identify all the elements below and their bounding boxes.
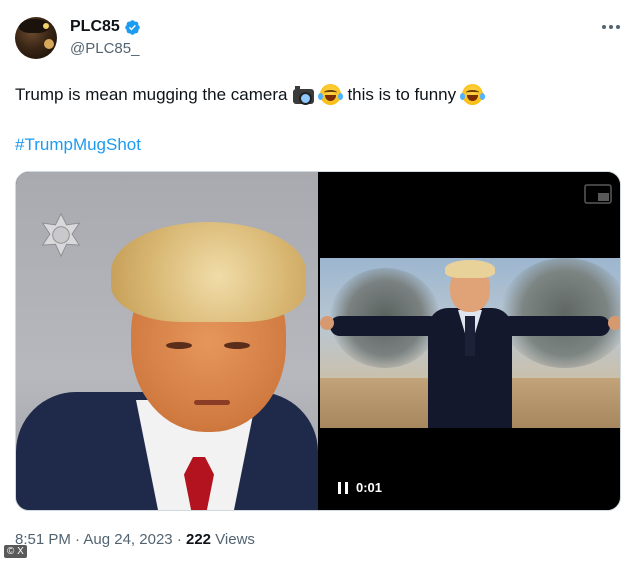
user-handle[interactable]: @PLC85_ — [70, 40, 139, 57]
video-player[interactable]: 0:01 — [320, 172, 620, 510]
more-options-icon[interactable] — [602, 22, 620, 32]
video-timestamp: 0:01 — [356, 480, 383, 495]
meta-separator: · — [75, 531, 81, 548]
tears-of-joy-emoji-icon — [460, 84, 486, 105]
tweet-meta: 8:51 PM · Aug 24, 2023 · 222 Views — [15, 531, 255, 548]
pip-icon[interactable] — [584, 184, 612, 204]
verified-badge-icon — [125, 20, 140, 35]
tears-of-joy-emoji-icon — [318, 84, 344, 105]
video-controls[interactable]: 0:01 — [338, 480, 382, 495]
pause-icon[interactable] — [338, 481, 348, 494]
tweet-text-part1: Trump is mean mugging the camera — [15, 84, 288, 104]
views-label: Views — [215, 531, 255, 548]
views-count: 222 — [185, 531, 212, 548]
meta-separator: · — [176, 531, 182, 548]
copyright-watermark: © X — [4, 545, 27, 558]
media-grid: 0:01 — [15, 171, 621, 511]
avatar[interactable] — [15, 17, 57, 59]
video-frame — [320, 258, 620, 428]
camera-with-flash-emoji-icon — [293, 85, 315, 105]
sheriff-seal-icon — [41, 212, 81, 258]
display-name[interactable]: PLC85 — [70, 18, 120, 36]
hashtag-link[interactable]: #TrumpMugShot — [15, 135, 141, 155]
mugshot-photo[interactable] — [16, 172, 318, 510]
tweet-text-part2: this is to funny — [347, 84, 457, 104]
tweet-text: Trump is mean mugging the camera this is… — [15, 84, 486, 105]
tweet-date[interactable]: Aug 24, 2023 — [83, 531, 172, 548]
